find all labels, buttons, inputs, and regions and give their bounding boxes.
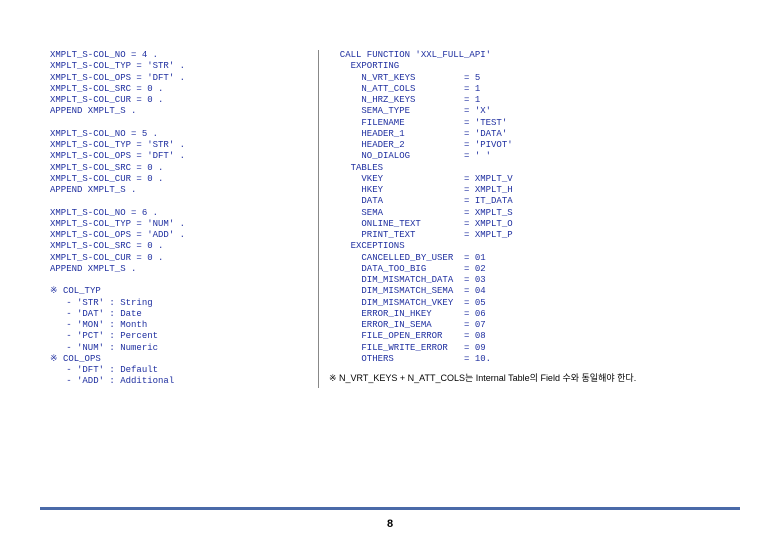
code-line: DATA = IT_DATA bbox=[329, 196, 730, 207]
code-line: APPEND XMPLT_S . bbox=[50, 106, 308, 117]
page: XMPLT_S-COL_NO = 4 . XMPLT_S-COL_TYP = '… bbox=[0, 0, 780, 418]
code-line: NO_DIALOG = ' ' bbox=[329, 151, 730, 162]
code-line: XMPLT_S-COL_OPS = 'DFT' . bbox=[50, 73, 308, 84]
legend-line: - 'DFT' : Default bbox=[50, 365, 308, 376]
two-columns: XMPLT_S-COL_NO = 4 . XMPLT_S-COL_TYP = '… bbox=[50, 50, 730, 388]
code-line: CALL FUNCTION 'XXL_FULL_API' bbox=[329, 50, 730, 61]
footnote: ※ N_VRT_KEYS + N_ATT_COLS는 Internal Tabl… bbox=[329, 371, 730, 384]
code-line: XMPLT_S-COL_CUR = 0 . bbox=[50, 253, 308, 264]
legend-line: - 'PCT' : Percent bbox=[50, 331, 308, 342]
code-line: XMPLT_S-COL_SRC = 0 . bbox=[50, 84, 308, 95]
left-column: XMPLT_S-COL_NO = 4 . XMPLT_S-COL_TYP = '… bbox=[50, 50, 318, 388]
code-line: XMPLT_S-COL_TYP = 'NUM' . bbox=[50, 219, 308, 230]
code-line: XMPLT_S-COL_SRC = 0 . bbox=[50, 163, 308, 174]
code-line: VKEY = XMPLT_V bbox=[329, 174, 730, 185]
code-line: XMPLT_S-COL_CUR = 0 . bbox=[50, 95, 308, 106]
code-line: SEMA_TYPE = 'X' bbox=[329, 106, 730, 117]
code-line: CANCELLED_BY_USER = 01 bbox=[329, 253, 730, 264]
right-column: CALL FUNCTION 'XXL_FULL_API' EXPORTING N… bbox=[318, 50, 730, 388]
code-line: FILE_OPEN_ERROR = 08 bbox=[329, 331, 730, 342]
page-number: 8 bbox=[0, 518, 780, 530]
code-line: PRINT_TEXT = XMPLT_P bbox=[329, 230, 730, 241]
blank-line bbox=[50, 118, 308, 129]
code-line: XMPLT_S-COL_TYP = 'STR' . bbox=[50, 140, 308, 151]
code-line: XMPLT_S-COL_OPS = 'DFT' . bbox=[50, 151, 308, 162]
code-line: DIM_MISMATCH_VKEY = 05 bbox=[329, 298, 730, 309]
code-line: XMPLT_S-COL_CUR = 0 . bbox=[50, 174, 308, 185]
legend-line: - 'DAT' : Date bbox=[50, 309, 308, 320]
code-line: APPEND XMPLT_S . bbox=[50, 185, 308, 196]
code-line: EXPORTING bbox=[329, 61, 730, 72]
code-line: ERROR_IN_HKEY = 06 bbox=[329, 309, 730, 320]
legend-line: ※ COL_OPS bbox=[50, 354, 308, 365]
code-line: XMPLT_S-COL_NO = 5 . bbox=[50, 129, 308, 140]
code-line: N_HRZ_KEYS = 1 bbox=[329, 95, 730, 106]
code-line: FILENAME = 'TEST' bbox=[329, 118, 730, 129]
code-line: DIM_MISMATCH_DATA = 03 bbox=[329, 275, 730, 286]
legend-line: ※ COL_TYP bbox=[50, 286, 308, 297]
code-line: TABLES bbox=[329, 163, 730, 174]
code-line: DIM_MISMATCH_SEMA = 04 bbox=[329, 286, 730, 297]
code-line: XMPLT_S-COL_SRC = 0 . bbox=[50, 241, 308, 252]
code-line: SEMA = XMPLT_S bbox=[329, 208, 730, 219]
code-line: DATA_TOO_BIG = 02 bbox=[329, 264, 730, 275]
code-line: APPEND XMPLT_S . bbox=[50, 264, 308, 275]
code-line: N_ATT_COLS = 1 bbox=[329, 84, 730, 95]
code-line: XMPLT_S-COL_NO = 4 . bbox=[50, 50, 308, 61]
blank-line bbox=[50, 275, 308, 286]
code-line: XMPLT_S-COL_OPS = 'ADD' . bbox=[50, 230, 308, 241]
blank-line bbox=[50, 196, 308, 207]
legend-line: - 'ADD' : Additional bbox=[50, 376, 308, 387]
code-line: ERROR_IN_SEMA = 07 bbox=[329, 320, 730, 331]
code-line: ONLINE_TEXT = XMPLT_O bbox=[329, 219, 730, 230]
code-line: N_VRT_KEYS = 5 bbox=[329, 73, 730, 84]
code-line: OTHERS = 10. bbox=[329, 354, 730, 365]
footer-rule bbox=[40, 507, 740, 510]
code-line: XMPLT_S-COL_NO = 6 . bbox=[50, 208, 308, 219]
code-line: HKEY = XMPLT_H bbox=[329, 185, 730, 196]
code-line: HEADER_1 = 'DATA' bbox=[329, 129, 730, 140]
legend-line: - 'NUM' : Numeric bbox=[50, 343, 308, 354]
code-line: XMPLT_S-COL_TYP = 'STR' . bbox=[50, 61, 308, 72]
code-line: FILE_WRITE_ERROR = 09 bbox=[329, 343, 730, 354]
code-line: EXCEPTIONS bbox=[329, 241, 730, 252]
code-line: HEADER_2 = 'PIVOT' bbox=[329, 140, 730, 151]
legend-line: - 'MON' : Month bbox=[50, 320, 308, 331]
legend-line: - 'STR' : String bbox=[50, 298, 308, 309]
